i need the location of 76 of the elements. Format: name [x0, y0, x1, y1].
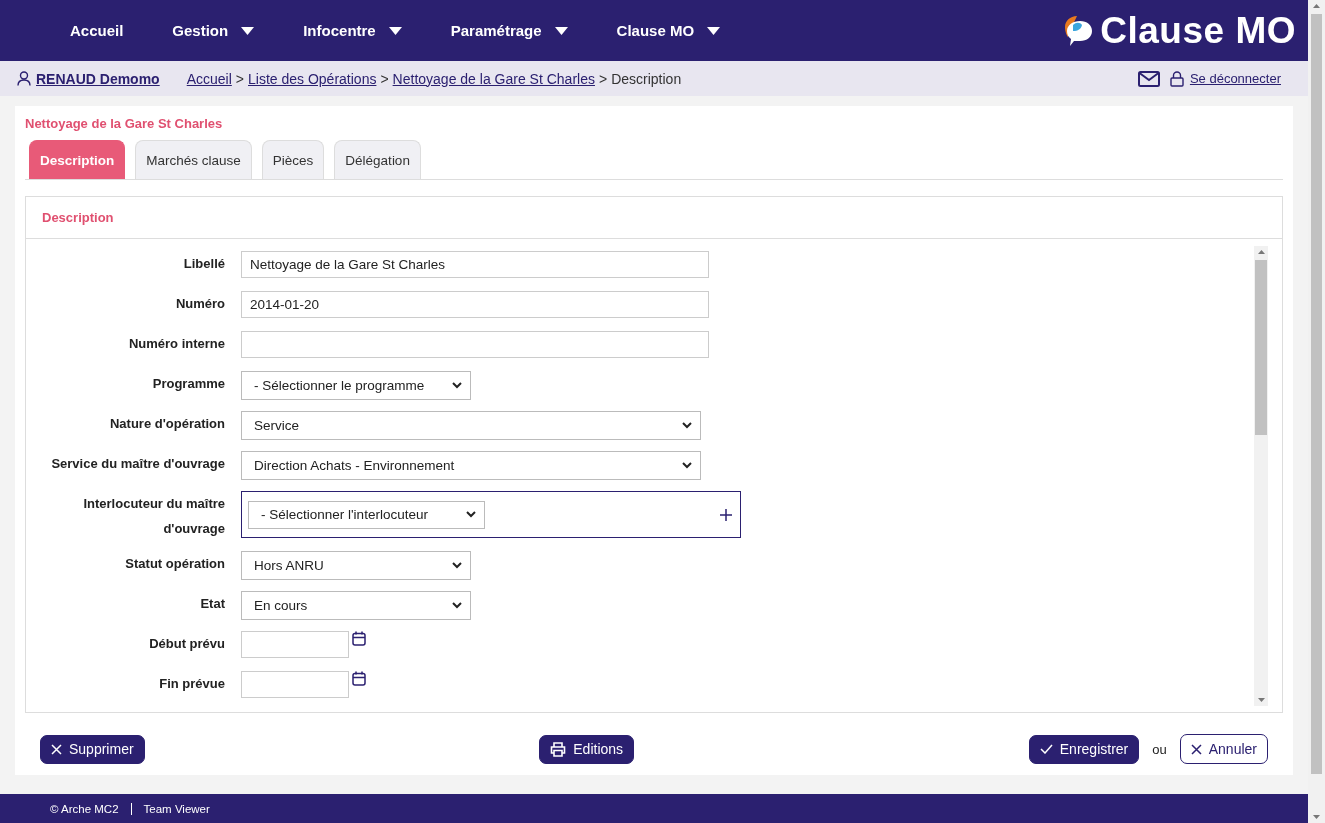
caret-icon — [554, 26, 568, 35]
delete-button[interactable]: Supprimer — [40, 734, 145, 764]
chevron-down-icon — [452, 602, 462, 609]
field-label: Fin prévue — [158, 675, 226, 693]
printer-icon — [550, 741, 567, 757]
caret-icon — [241, 26, 255, 35]
page-title: Nettoyage de la Gare St Charles — [25, 116, 224, 131]
field-label: Numéro interne — [127, 335, 226, 353]
close-icon — [1190, 743, 1202, 755]
field-label: Programme — [151, 375, 226, 393]
field-label: Etat — [199, 595, 226, 613]
scroll-down-icon[interactable] — [1313, 815, 1320, 819]
field-label: Début prévu — [148, 635, 226, 653]
field-label: Nature d'opération — [108, 415, 226, 433]
dropdown[interactable]: - Sélectionner le programme — [241, 371, 471, 400]
calendar-icon[interactable] — [352, 671, 366, 686]
dropdown[interactable]: Hors ANRU — [241, 551, 471, 580]
input-field[interactable]: 2014-01-20 — [241, 291, 709, 318]
nav-menu-item[interactable]: Infocentre — [303, 22, 402, 39]
chevron-down-icon — [452, 562, 462, 569]
field-label: Libellé — [182, 255, 226, 273]
check-icon — [1039, 744, 1053, 754]
input-field[interactable] — [241, 331, 709, 358]
chevron-down-icon — [466, 511, 476, 518]
mail-icon[interactable] — [1137, 70, 1160, 87]
caret-icon — [707, 26, 721, 35]
breadcrumb-separator: > — [380, 70, 389, 87]
cancel-button[interactable]: Annuler — [1179, 734, 1268, 764]
date-field[interactable] — [241, 631, 349, 658]
page-scrollbar[interactable] — [1308, 0, 1325, 823]
tab[interactable]: Délégation — [334, 140, 421, 179]
breadcrumb-link[interactable]: Liste des Opérations — [248, 70, 377, 87]
panel-title: Description — [42, 210, 114, 225]
speech-bubble-icon — [1064, 14, 1095, 47]
nav-menu-item[interactable]: Clause MO — [616, 22, 721, 39]
logo-text: Clause MO — [1100, 9, 1296, 52]
save-button[interactable]: Enregistrer — [1028, 734, 1140, 764]
scroll-up-icon[interactable] — [1257, 250, 1265, 254]
field-label: Service du maître d'ouvrage — [50, 455, 226, 473]
nav-menu-item[interactable]: Gestion — [172, 22, 255, 39]
or-text: ou — [1152, 741, 1167, 757]
user-link[interactable]: RENAUD Demomo — [36, 70, 160, 87]
print-button[interactable]: Editions — [539, 734, 635, 764]
tab[interactable]: Pièces — [261, 140, 325, 179]
logout-link[interactable]: Se déconnecter — [1189, 71, 1281, 86]
breadcrumb-separator: > — [598, 70, 608, 87]
breadcrumb-separator: > — [235, 70, 244, 87]
chevron-down-icon — [682, 462, 692, 469]
date-field[interactable] — [241, 671, 349, 698]
field-label: Statut opération — [124, 555, 226, 573]
footer-link[interactable]: Team Viewer — [143, 802, 210, 815]
calendar-icon[interactable] — [352, 631, 366, 646]
input-field[interactable]: Nettoyage de la Gare St Charles — [241, 251, 709, 278]
tab[interactable]: Marchés clause — [135, 140, 252, 179]
field-label: Interlocuteur du maître d'ouvrage — [82, 495, 226, 538]
caret-icon — [388, 26, 402, 35]
add-icon[interactable] — [720, 508, 732, 521]
footer-link[interactable]: © Arche MC2 — [50, 802, 119, 815]
scroll-up-icon[interactable] — [1313, 4, 1320, 8]
breadcrumb-link[interactable]: Accueil — [186, 70, 232, 87]
scroll-down-icon[interactable] — [1257, 698, 1265, 702]
breadcrumb-link[interactable]: Nettoyage de la Gare St Charles — [392, 70, 595, 87]
lock-icon — [1169, 70, 1184, 87]
dropdown[interactable]: Direction Achats - Environnement — [241, 451, 701, 480]
scrollbar[interactable] — [1254, 246, 1268, 706]
nav-menu-item[interactable]: Accueil — [70, 22, 124, 39]
breadcrumb-current: Description — [611, 70, 682, 87]
nav-menu-item[interactable]: Paramétrage — [450, 22, 568, 39]
field-label: Numéro — [174, 295, 226, 313]
dropdown[interactable]: - Sélectionner l'interlocuteur — [248, 500, 485, 529]
chevron-down-icon — [682, 422, 692, 429]
dropdown[interactable]: Service — [241, 411, 701, 440]
dropdown[interactable]: En cours — [241, 591, 471, 620]
user-icon — [17, 71, 31, 86]
close-icon — [51, 743, 62, 755]
chevron-down-icon — [452, 382, 462, 389]
